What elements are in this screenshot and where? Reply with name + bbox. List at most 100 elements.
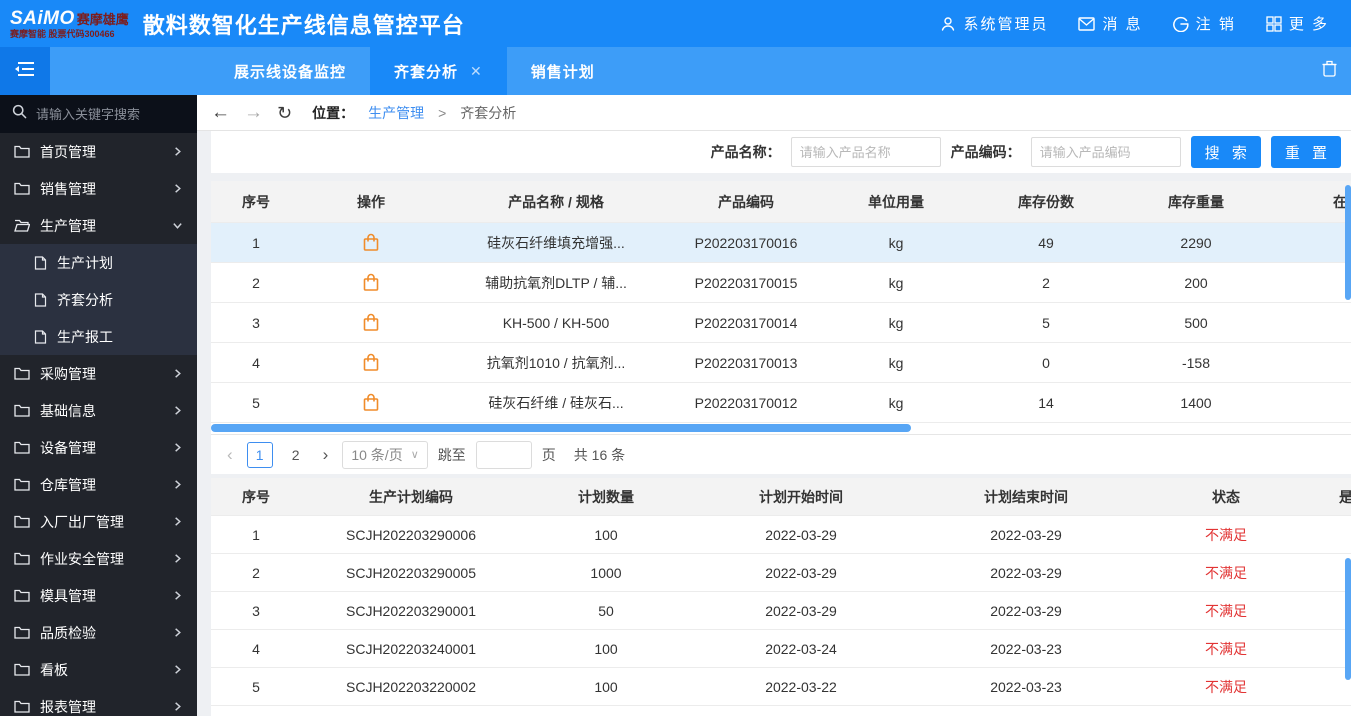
folder-icon bbox=[14, 626, 30, 639]
sidebar-search[interactable] bbox=[0, 95, 197, 133]
power-icon bbox=[1172, 16, 1189, 32]
sidebar-item-work-safety-mgmt[interactable]: 作业安全管理 bbox=[0, 540, 197, 577]
row-action bbox=[301, 273, 441, 292]
next-page-button[interactable]: › bbox=[319, 445, 333, 465]
sidebar-item-gate-mgmt[interactable]: 入厂出厂管理 bbox=[0, 503, 197, 540]
row-plan-code: SCJH202203240001 bbox=[346, 640, 476, 657]
page-size-value: 10 条/页 bbox=[351, 446, 403, 463]
tab-label: 齐套分析 bbox=[394, 63, 459, 81]
logout-button[interactable]: 注 销 bbox=[1172, 13, 1236, 34]
bag-icon[interactable] bbox=[362, 233, 380, 252]
folder-icon bbox=[14, 515, 30, 528]
status-badge: 不满足 bbox=[1205, 640, 1247, 657]
sidebar-item-basic-info[interactable]: 基础信息 bbox=[0, 392, 197, 429]
user-menu[interactable]: 系统管理员 bbox=[940, 13, 1048, 34]
bag-icon[interactable] bbox=[362, 353, 380, 372]
breadcrumb-parent-link[interactable]: 生产管理 bbox=[368, 103, 424, 123]
row-plan-end: 2022-03-29 bbox=[990, 526, 1062, 543]
close-all-tabs-button[interactable] bbox=[1322, 47, 1337, 95]
sidebar-item-sales-mgmt[interactable]: 销售管理 bbox=[0, 170, 197, 207]
folder-icon bbox=[14, 663, 30, 676]
bag-icon[interactable] bbox=[362, 273, 380, 292]
page-unit-label: 页 bbox=[541, 446, 556, 463]
company-logo[interactable]: SAiMO 赛摩雄鹰 赛摩智能 股票代码300466 bbox=[10, 9, 129, 39]
tab-close-icon[interactable]: ✕ bbox=[470, 63, 483, 80]
row-unit: kg bbox=[888, 314, 904, 331]
table-row[interactable]: 3 SCJH202203290001 50 2022-03-29 2022-03… bbox=[211, 592, 1351, 630]
row-product-code: P202203170013 bbox=[694, 354, 798, 371]
user-name: 系统管理员 bbox=[963, 16, 1049, 33]
table-row[interactable]: 2 辅助抗氧剂DLTP / 辅... P202203170015 kg 2 20… bbox=[211, 263, 1351, 303]
page-size-select[interactable]: 10 条/页 ∨ bbox=[342, 440, 428, 469]
bag-icon[interactable] bbox=[362, 393, 380, 412]
vertical-scrollbar[interactable] bbox=[1345, 185, 1351, 300]
prev-page-button[interactable]: ‹ bbox=[223, 445, 237, 465]
plan-table-header: 序号 生产计划编码 计划数量 计划开始时间 计划结束时间 状态 是 bbox=[211, 478, 1351, 516]
vertical-scrollbar[interactable] bbox=[1345, 558, 1351, 680]
table-row[interactable]: 3 KH-500 / KH-500 P202203170014 kg 5 500… bbox=[211, 303, 1351, 343]
row-product-code: P202203170016 bbox=[694, 234, 798, 251]
row-in-transit: 0 bbox=[1271, 355, 1351, 371]
row-seq: 3 bbox=[252, 314, 260, 331]
row-stock-weight: 2290 bbox=[1180, 234, 1212, 251]
sidebar-item-label: 生产管理 bbox=[40, 217, 96, 234]
row-plan-start: 2022-03-29 bbox=[765, 526, 837, 543]
sidebar-item-kitting-analysis[interactable]: 齐套分析 bbox=[0, 281, 197, 318]
table-row[interactable]: 4 抗氧剂1010 / 抗氧剂... P202203170013 kg 0 -1… bbox=[211, 343, 1351, 383]
bag-icon[interactable] bbox=[362, 313, 380, 332]
sidebar-item-production-mgmt[interactable]: 生产管理 bbox=[0, 207, 197, 244]
sidebar-item-production-plan[interactable]: 生产计划 bbox=[0, 244, 197, 281]
tab-display-line-monitor[interactable]: 展示线设备监控 bbox=[210, 47, 370, 95]
tab-bar: 展示线设备监控 齐套分析 ✕ 销售计划 bbox=[0, 47, 1351, 95]
page-1-button[interactable]: 1 bbox=[246, 441, 273, 468]
sidebar-item-label: 设备管理 bbox=[40, 439, 96, 456]
search-button[interactable]: 搜 索 bbox=[1190, 136, 1261, 168]
jump-page-input[interactable] bbox=[475, 440, 532, 469]
more-button[interactable]: 更 多 bbox=[1266, 13, 1329, 34]
product-name-input[interactable] bbox=[790, 137, 941, 167]
refresh-button[interactable]: ↻ bbox=[277, 104, 292, 122]
plan-table: 序号 生产计划编码 计划数量 计划开始时间 计划结束时间 状态 是 1 SCJH… bbox=[211, 478, 1351, 716]
table-row[interactable]: 1 硅灰石纤维填充增强... P202203170016 kg 49 2290 … bbox=[211, 223, 1351, 263]
sidebar-item-dashboard[interactable]: 看板 bbox=[0, 651, 197, 688]
file-icon bbox=[34, 329, 47, 344]
sidebar-item-report-mgmt[interactable]: 报表管理 bbox=[0, 688, 197, 716]
row-plan-qty: 1000 bbox=[590, 564, 622, 581]
search-input[interactable] bbox=[36, 106, 176, 122]
row-plan-start: 2022-03-29 bbox=[765, 564, 837, 581]
menu-fold-icon bbox=[14, 60, 36, 83]
row-seq: 1 bbox=[252, 526, 260, 543]
chevron-right-icon bbox=[172, 183, 183, 194]
sidebar-item-mold-mgmt[interactable]: 模具管理 bbox=[0, 577, 197, 614]
chevron-down-icon bbox=[172, 220, 183, 231]
table-row[interactable]: 2 SCJH202203290005 1000 2022-03-29 2022-… bbox=[211, 554, 1351, 592]
forward-button[interactable]: → bbox=[244, 103, 263, 122]
sidebar-item-home-mgmt[interactable]: 首页管理 bbox=[0, 133, 197, 170]
sidebar-item-quality-inspection[interactable]: 品质检验 bbox=[0, 614, 197, 651]
sidebar-item-purchase-mgmt[interactable]: 采购管理 bbox=[0, 355, 197, 392]
tab-kitting-analysis[interactable]: 齐套分析 ✕ bbox=[370, 47, 507, 95]
chevron-right-icon bbox=[172, 146, 183, 157]
tab-sales-plan[interactable]: 销售计划 bbox=[507, 47, 619, 95]
breadcrumb-current: 齐套分析 bbox=[460, 104, 517, 121]
chevron-down-icon: ∨ bbox=[410, 449, 419, 461]
back-button[interactable]: ← bbox=[211, 103, 230, 122]
table-row[interactable]: 5 硅灰石纤维 / 硅灰石... P202203170012 kg 14 140… bbox=[211, 383, 1351, 423]
sidebar-item-label: 基础信息 bbox=[40, 402, 96, 419]
status-badge: 不满足 bbox=[1205, 564, 1247, 581]
folder-icon bbox=[14, 478, 30, 491]
table-row[interactable]: 1 SCJH202203290006 100 2022-03-29 2022-0… bbox=[211, 516, 1351, 554]
row-plan-end: 2022-03-29 bbox=[990, 564, 1062, 581]
horizontal-scrollbar[interactable] bbox=[211, 424, 911, 432]
reset-button[interactable]: 重 置 bbox=[1270, 136, 1341, 168]
sidebar-collapse-button[interactable] bbox=[0, 47, 50, 95]
table-row[interactable]: 4 SCJH202203240001 100 2022-03-24 2022-0… bbox=[211, 630, 1351, 668]
sidebar-item-equipment-mgmt[interactable]: 设备管理 bbox=[0, 429, 197, 466]
sidebar-item-warehouse-mgmt[interactable]: 仓库管理 bbox=[0, 466, 197, 503]
row-stock-count: 49 bbox=[1038, 234, 1054, 251]
product-code-input[interactable] bbox=[1030, 137, 1181, 167]
table-row[interactable]: 5 SCJH202203220002 100 2022-03-22 2022-0… bbox=[211, 668, 1351, 706]
messages-button[interactable]: 消 息 bbox=[1078, 13, 1142, 34]
sidebar-item-production-report[interactable]: 生产报工 bbox=[0, 318, 197, 355]
page-2-button[interactable]: 2 bbox=[283, 442, 309, 468]
